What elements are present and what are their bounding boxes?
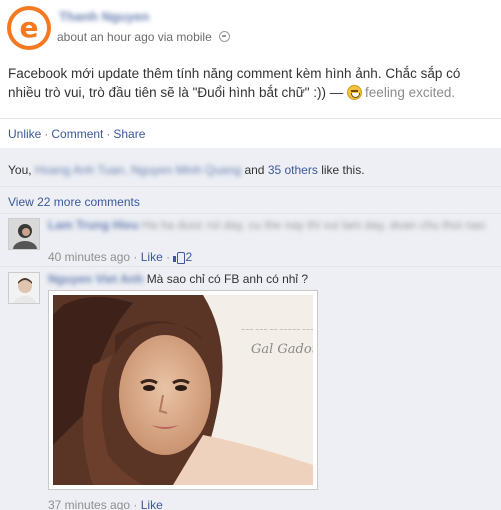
comment-photo-attachment[interactable]: ~~~ ~~~ ~~ ~~~~~ ~~~ Gal Gadot [48,290,318,490]
comment-body: Lam Trung Hieu Ha ha duoc roi day, cu th… [48,218,496,233]
post-header: e Thanh Nguyen about an hour ago via mob… [7,6,497,52]
comment-time[interactable]: 40 minutes ago [48,250,130,264]
comment-meta: 40 minutes ago · Like · 2 [48,250,192,264]
status-mood: feeling excited. [365,85,456,100]
post-meta: about an hour ago via mobile [57,30,231,44]
photo-signature: Gal Gadot [251,342,313,357]
divider [0,213,501,214]
page-avatar[interactable]: e [7,6,51,50]
comment-body: Nguyen Viet Anh Mà sao chỉ có FB anh có … [48,272,496,287]
divider [0,266,501,267]
comment-time[interactable]: 37 minutes ago [48,498,130,510]
divider [0,186,501,187]
post-author-name[interactable]: Thanh Nguyen [59,9,149,24]
action-separator: · [44,127,49,141]
comment-item: Lam Trung Hieu Ha ha duoc roi day, cu th… [8,218,496,264]
commenter-avatar[interactable] [8,272,40,304]
unlike-button[interactable]: Unlike [8,127,41,141]
comment-author[interactable]: Nguyen Viet Anh [48,272,143,286]
view-more-comments[interactable]: View 22 more comments [8,195,140,209]
likes-suffix: like this. [321,163,365,177]
comment-like-count[interactable]: 2 [173,250,192,264]
likes-and: and [244,163,265,177]
comment-meta-separator: · [133,498,138,510]
comment-meta: 37 minutes ago · Like [48,498,163,510]
comment-author[interactable]: Lam Trung Hieu [48,218,139,232]
svg-text:~~~ ~~~ ~~ ~~~~~ ~~~: ~~~ ~~~ ~~ ~~~~~ ~~~ [241,327,313,333]
action-separator: · [106,127,111,141]
e-logo-icon: e [11,10,47,46]
comment-photo: ~~~ ~~~ ~~ ~~~~~ ~~~ Gal Gadot [53,295,313,485]
likes-blurred-names[interactable]: Hoang Anh Tuan, Nguyen Minh Quang [35,163,241,177]
divider [0,118,501,119]
post-timestamp[interactable]: about an hour ago via mobile [57,30,212,44]
commenter-avatar[interactable] [8,218,40,250]
commenter-photo-icon [9,273,39,303]
thumbs-up-icon [173,252,186,264]
post-actions: Unlike · Comment · Share [8,127,145,141]
status-text: Facebook mới update thêm tính năng comme… [8,64,496,102]
likes-others-link[interactable]: 35 others [268,163,318,177]
likes-you: You, [8,163,32,177]
comment-text: Mà sao chỉ có FB anh có nhỉ ? [146,272,309,286]
comment-like-button[interactable]: Like [141,250,163,264]
commenter-photo-icon [9,219,39,249]
comment-like-count-value: 2 [185,250,193,264]
share-button[interactable]: Share [113,127,145,141]
excited-emoji-icon [347,85,363,100]
comment-meta-separator: · [133,250,138,264]
comment-meta-separator: · [166,250,171,264]
comment-text: Ha ha duoc roi day, cu the nay thi vui l… [142,218,486,232]
globe-icon [219,31,231,42]
comment-like-button[interactable]: Like [141,498,163,510]
likes-summary: You, Hoang Anh Tuan, Nguyen Minh Quang a… [8,163,365,177]
portrait-photo-icon: ~~~ ~~~ ~~ ~~~~~ ~~~ Gal Gadot [53,295,313,485]
comment-button[interactable]: Comment [51,127,103,141]
